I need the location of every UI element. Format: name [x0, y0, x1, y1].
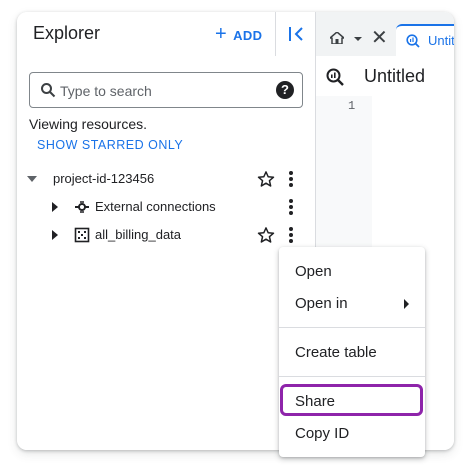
tab-untitled[interactable]: Untitled — [396, 24, 454, 56]
search-icon — [41, 83, 56, 98]
editor-tab-bar: ✕ Untitled — [316, 12, 454, 56]
explorer-panel: Explorer + ADD ? Viewing resources. SHOW… — [17, 12, 315, 450]
tree-row-dataset[interactable]: all_billing_data — [17, 221, 315, 249]
close-icon[interactable]: ✕ — [371, 28, 388, 48]
query-icon — [406, 34, 420, 48]
external-connections-label: External connections — [95, 199, 216, 214]
query-title: Untitled — [364, 66, 426, 86]
tree-row-external-connections[interactable]: External connections — [17, 193, 315, 221]
menu-item-create-table[interactable]: Create table — [279, 337, 425, 369]
expand-arrow-icon[interactable] — [52, 202, 58, 212]
add-button-label: ADD — [233, 27, 263, 43]
project-label: project-id-123456 — [53, 171, 155, 186]
add-button[interactable]: + ADD — [215, 24, 262, 46]
dataset-icon — [74, 227, 90, 243]
menu-item-label: Share — [295, 393, 336, 410]
collapse-panel-icon[interactable] — [287, 24, 307, 44]
menu-item-copy-id[interactable]: Copy ID — [279, 418, 425, 450]
star-icon[interactable] — [257, 170, 275, 188]
more-actions-icon[interactable] — [289, 171, 293, 187]
viewing-resources-text: Viewing resources. — [29, 116, 148, 132]
menu-item-label: Create table — [295, 344, 377, 361]
menu-divider — [279, 376, 425, 377]
search-input[interactable] — [60, 81, 270, 101]
more-actions-icon[interactable] — [289, 227, 293, 243]
menu-item-label: Open in — [295, 295, 348, 312]
menu-divider — [279, 327, 425, 328]
query-header: Untitled — [316, 56, 454, 96]
chevron-down-icon[interactable] — [354, 37, 362, 41]
dataset-label: all_billing_data — [95, 227, 182, 242]
context-menu: Open Open in Create table Share Copy ID — [279, 247, 425, 457]
header-divider — [275, 12, 276, 56]
star-icon[interactable] — [257, 226, 275, 244]
chevron-right-icon — [404, 299, 409, 309]
plus-icon: + — [215, 23, 228, 45]
expand-arrow-icon[interactable] — [52, 230, 58, 240]
line-number: 1 — [348, 99, 356, 113]
search-box[interactable]: ? — [29, 72, 303, 108]
explorer-title: Explorer — [33, 23, 101, 43]
home-icon[interactable] — [330, 32, 344, 44]
tree-row-project[interactable]: project-id-123456 — [17, 165, 315, 193]
help-icon[interactable]: ? — [276, 81, 294, 99]
query-icon — [326, 68, 344, 86]
menu-item-open[interactable]: Open — [279, 256, 425, 288]
menu-item-label: Open — [295, 263, 332, 280]
more-actions-icon[interactable] — [289, 199, 293, 215]
connection-icon — [75, 201, 89, 213]
menu-item-share[interactable]: Share — [279, 386, 425, 418]
menu-item-open-in[interactable]: Open in — [279, 288, 425, 320]
expand-arrow-icon[interactable] — [27, 176, 37, 182]
tab-label: Untitled — [428, 33, 454, 48]
show-starred-only-button[interactable]: SHOW STARRED ONLY — [37, 138, 183, 152]
menu-item-label: Copy ID — [295, 425, 350, 442]
